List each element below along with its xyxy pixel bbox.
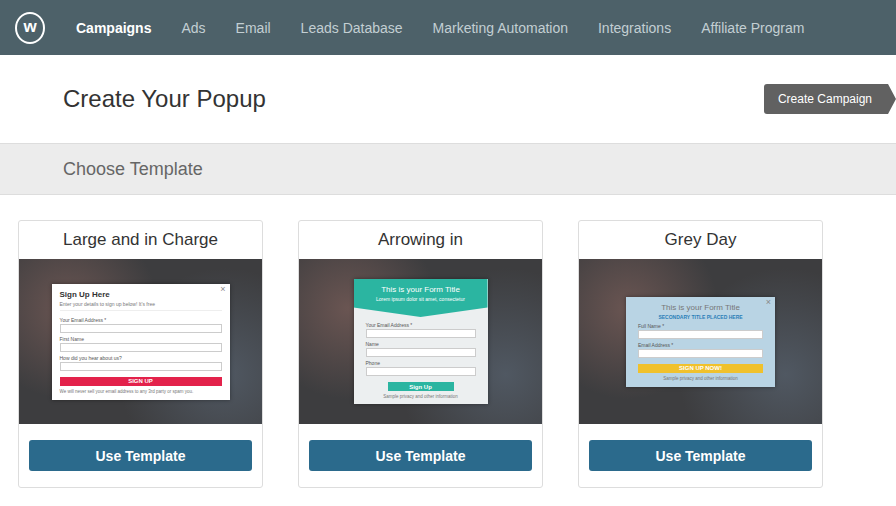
card-footer: Use Template [299, 424, 542, 487]
page: w Campaigns Ads Email Leads Database Marketi… [0, 0, 896, 506]
template-title: Large and in Charge [19, 221, 262, 259]
use-template-button[interactable]: Use Template [29, 440, 252, 471]
card-footer: Use Template [579, 424, 822, 487]
submit-button: SIGN UP [60, 377, 222, 386]
field-input [60, 324, 222, 333]
popup-title: This is your Form Title [360, 285, 482, 294]
template-card: Grey Day × This is your Form Title SECON… [578, 220, 823, 488]
field-label: Phone [366, 360, 476, 366]
nav-item[interactable]: Integrations [598, 20, 671, 36]
template-list: Large and in Charge × Sign Up Here Enter… [0, 195, 896, 488]
popup-title: Sign Up Here [60, 290, 222, 299]
use-template-button[interactable]: Use Template [309, 440, 532, 471]
popup-form: Your Email Address * Name Phone Sign Up … [354, 317, 488, 399]
popup-form: Your Email Address * First Name How did … [60, 310, 222, 394]
nav-item[interactable]: Email [236, 20, 271, 36]
template-card: Arrowing in × This is your Form Title Lo… [298, 220, 543, 488]
section-header: Choose Template [0, 144, 896, 195]
popup-header: This is your Form Title Lorem ipsum dolo… [354, 279, 488, 317]
field-label: First Name [60, 336, 222, 342]
popup-preview: × This is your Form Title Lorem ipsum do… [354, 279, 488, 404]
field-input [60, 343, 222, 352]
field-label: Full Name * [638, 323, 763, 329]
field-label: Email Address * [638, 342, 763, 348]
template-card: Large and in Charge × Sign Up Here Enter… [18, 220, 263, 488]
nav-item[interactable]: Marketing Automation [433, 20, 568, 36]
template-preview[interactable]: × Sign Up Here Enter your details to sig… [19, 259, 262, 424]
use-template-button[interactable]: Use Template [589, 440, 812, 471]
popup-form: Full Name * Email Address * SIGN UP NOW!… [638, 323, 763, 381]
field-input [638, 330, 763, 339]
popup-subtitle: Lorem ipsum dolor sit amet, consectetur [360, 296, 482, 302]
template-title: Grey Day [579, 221, 822, 259]
field-input [366, 329, 476, 338]
top-nav: w Campaigns Ads Email Leads Database Marketi… [0, 0, 896, 55]
page-title: Create Your Popup [63, 85, 266, 113]
nav-item[interactable]: Leads Database [301, 20, 403, 36]
submit-button: SIGN UP NOW! [638, 364, 763, 373]
nav-item[interactable]: Campaigns [76, 20, 151, 36]
popup-footnote: Sample privacy and other information [366, 394, 476, 399]
template-preview[interactable]: × This is your Form Title Lorem ipsum do… [299, 259, 542, 424]
close-icon: × [220, 285, 225, 294]
field-input [638, 349, 763, 358]
popup-footnote: Sample privacy and other information [638, 376, 763, 381]
card-footer: Use Template [19, 424, 262, 487]
field-label: Your Email Address * [366, 322, 476, 328]
popup-footnote: We will never sell your email address to… [60, 389, 222, 394]
nav-item[interactable]: Affiliate Program [701, 20, 804, 36]
template-title: Arrowing in [299, 221, 542, 259]
submit-button: Sign Up [388, 382, 454, 391]
popup-subtitle: SECONDARY TITLE PLACED HERE [638, 314, 763, 320]
popup-title: This is your Form Title [638, 303, 763, 312]
field-input [366, 367, 476, 376]
field-input [60, 362, 222, 371]
popup-subtitle: Enter your details to sign up below! It'… [60, 301, 222, 307]
field-label: Your Email Address * [60, 317, 222, 323]
field-label: How did you hear about us? [60, 355, 222, 361]
popup-preview: × This is your Form Title SECONDARY TITL… [626, 297, 775, 387]
popup-preview: × Sign Up Here Enter your details to sig… [52, 284, 230, 400]
logo-icon[interactable]: w [15, 12, 45, 44]
page-header: Create Your Popup Create Campaign [0, 55, 896, 144]
template-preview[interactable]: × This is your Form Title SECONDARY TITL… [579, 259, 822, 424]
close-icon: × [766, 298, 771, 307]
nav-item[interactable]: Ads [181, 20, 205, 36]
create-campaign-button[interactable]: Create Campaign [764, 84, 896, 114]
section-title: Choose Template [63, 159, 203, 180]
field-label: Name [366, 341, 476, 347]
field-input [366, 348, 476, 357]
